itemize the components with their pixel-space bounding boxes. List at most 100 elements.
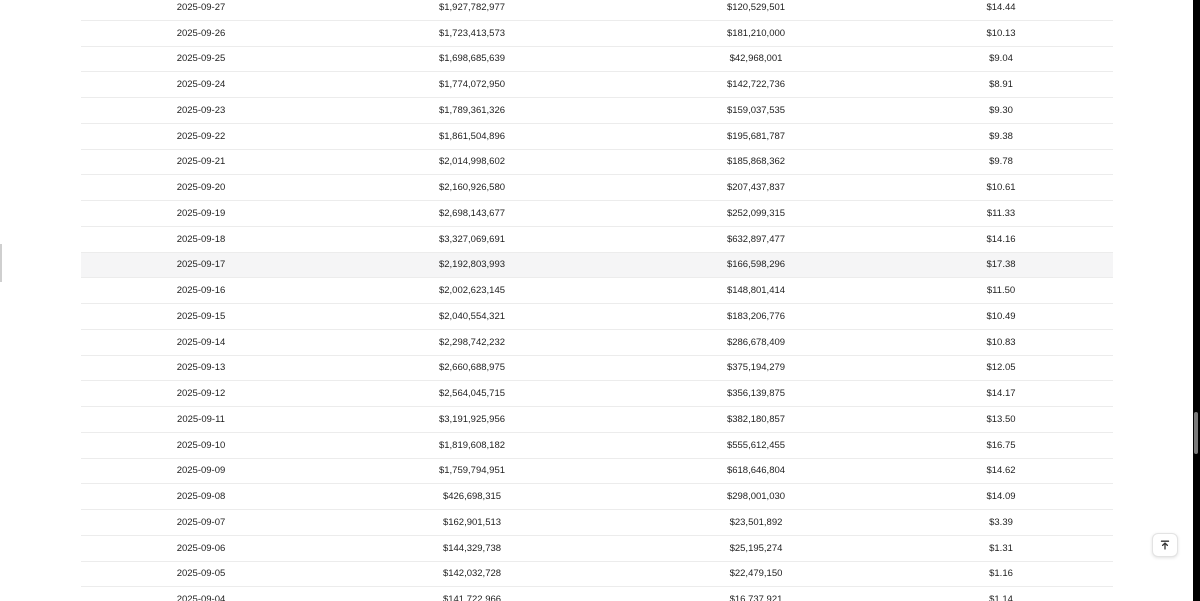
value-cell-b: $195,681,787: [726, 130, 786, 142]
date-cell: 2025-09-25: [176, 53, 226, 65]
value-cell-a: $141,722,966: [442, 594, 502, 601]
date-cell: 2025-09-24: [176, 79, 226, 91]
value-cell-b: $142,722,736: [726, 79, 786, 91]
date-cell: 2025-09-21: [176, 156, 226, 168]
value-cell-b: $183,206,776: [726, 310, 786, 322]
table-row: 2025-09-16 $2,002,623,145 $148,801,414 $11.…: [81, 278, 1113, 304]
date-cell: 2025-09-04: [176, 594, 226, 601]
value-cell-b: $618,646,804: [726, 465, 786, 477]
value-cell-a: $1,927,782,977: [438, 1, 506, 13]
value-cell-b: $181,210,000: [726, 27, 786, 39]
daily-data-table: 2025-09-27 $1,927,782,977 $120,529,501 $14.…: [81, 0, 1113, 601]
date-cell: 2025-09-12: [176, 388, 226, 400]
value-cell-c: $9.30: [989, 104, 1013, 116]
value-cell-b: $23,501,892: [729, 516, 783, 528]
value-cell-c: $14.44: [986, 1, 1016, 13]
value-cell-c: $12.05: [986, 362, 1016, 374]
scroll-to-top-button[interactable]: [1152, 533, 1178, 557]
table-row: 2025-09-21 $2,014,998,602 $185,868,362 $9.7…: [81, 150, 1113, 176]
value-cell-c: $14.16: [986, 233, 1016, 245]
value-cell-b: $375,194,279: [726, 362, 786, 374]
value-cell-c: $3.39: [989, 516, 1013, 528]
value-cell-c: $16.75: [986, 439, 1016, 451]
value-cell-b: $356,139,875: [726, 388, 786, 400]
value-cell-c: $1.16: [989, 568, 1013, 580]
value-cell-a: $2,002,623,145: [438, 285, 506, 297]
value-cell-a: $1,774,072,950: [438, 79, 506, 91]
left-edge-handle: [0, 244, 2, 282]
table-row: 2025-09-12 $2,564,045,715 $356,139,875 $14.…: [81, 381, 1113, 407]
value-cell-a: $3,191,925,956: [438, 413, 506, 425]
page-viewport: 2025-09-27 $1,927,782,977 $120,529,501 $14.…: [0, 0, 1193, 601]
table-row: 2025-09-26 $1,723,413,573 $181,210,000 $10.…: [81, 21, 1113, 47]
value-cell-c: $10.49: [986, 310, 1016, 322]
table-row: 2025-09-18 $3,327,069,691 $632,897,477 $14.…: [81, 227, 1113, 253]
date-cell: 2025-09-11: [177, 413, 225, 425]
date-cell: 2025-09-14: [176, 336, 226, 348]
value-cell-a: $2,660,688,975: [438, 362, 506, 374]
scrollbar-thumb[interactable]: [1194, 412, 1198, 454]
value-cell-a: $1,698,685,639: [438, 53, 506, 65]
value-cell-b: $207,437,837: [726, 182, 786, 194]
value-cell-a: $2,698,143,677: [438, 207, 506, 219]
value-cell-a: $2,298,742,232: [438, 336, 506, 348]
table-row: 2025-09-20 $2,160,926,580 $207,437,837 $10.…: [81, 175, 1113, 201]
date-cell: 2025-09-06: [176, 542, 226, 554]
value-cell-c: $11.33: [986, 207, 1016, 219]
value-cell-b: $16,737,921: [729, 594, 783, 601]
value-cell-a: $142,032,728: [442, 568, 502, 580]
value-cell-a: $1,819,608,182: [438, 439, 506, 451]
value-cell-a: $1,723,413,573: [438, 27, 506, 39]
date-cell: 2025-09-17: [176, 259, 226, 271]
table-row: 2025-09-08 $426,698,315 $298,001,030 $14.09: [81, 484, 1113, 510]
value-cell-b: $298,001,030: [726, 491, 786, 503]
value-cell-b: $185,868,362: [726, 156, 786, 168]
value-cell-b: $148,801,414: [726, 285, 786, 297]
table-row: 2025-09-04 $141,722,966 $16,737,921 $1.14: [81, 587, 1113, 601]
table-row: 2025-09-15 $2,040,554,321 $183,206,776 $10.…: [81, 304, 1113, 330]
value-cell-b: $286,678,409: [726, 336, 786, 348]
value-cell-b: $382,180,857: [726, 413, 786, 425]
date-cell: 2025-09-05: [176, 568, 226, 580]
date-cell: 2025-09-18: [176, 233, 226, 245]
table-row: 2025-09-24 $1,774,072,950 $142,722,736 $8.9…: [81, 72, 1113, 98]
date-cell: 2025-09-15: [176, 310, 226, 322]
table-row: 2025-09-14 $2,298,742,232 $286,678,409 $10.…: [81, 330, 1113, 356]
value-cell-c: $10.61: [986, 182, 1016, 194]
date-cell: 2025-09-19: [176, 207, 226, 219]
date-cell: 2025-09-26: [176, 27, 226, 39]
table-row: 2025-09-05 $142,032,728 $22,479,150 $1.16: [81, 562, 1113, 588]
value-cell-c: $8.91: [989, 79, 1013, 91]
date-cell: 2025-09-16: [176, 285, 226, 297]
value-cell-a: $1,759,794,951: [438, 465, 506, 477]
value-cell-b: $632,897,477: [726, 233, 786, 245]
value-cell-a: $2,014,998,602: [438, 156, 506, 168]
table-row: 2025-09-06 $144,329,738 $25,195,274 $1.31: [81, 536, 1113, 562]
value-cell-c: $9.38: [989, 130, 1013, 142]
value-cell-c: $9.04: [989, 53, 1013, 65]
value-cell-a: $144,329,738: [442, 542, 502, 554]
table-row: 2025-09-10 $1,819,608,182 $555,612,455 $16.…: [81, 433, 1113, 459]
table-row: 2025-09-09 $1,759,794,951 $618,646,804 $14.…: [81, 459, 1113, 485]
value-cell-b: $120,529,501: [726, 1, 786, 13]
value-cell-b: $159,037,535: [726, 104, 786, 116]
value-cell-c: $9.78: [989, 156, 1013, 168]
value-cell-a: $426,698,315: [442, 491, 502, 503]
table-row: 2025-09-25 $1,698,685,639 $42,968,001 $9.04: [81, 47, 1113, 73]
value-cell-b: $252,099,315: [726, 207, 786, 219]
value-cell-a: $2,160,926,580: [438, 182, 506, 194]
value-cell-a: $2,192,803,993: [438, 259, 506, 271]
value-cell-c: $11.50: [986, 285, 1016, 297]
value-cell-c: $13.50: [986, 413, 1016, 425]
value-cell-c: $14.17: [986, 388, 1016, 400]
table-row: 2025-09-19 $2,698,143,677 $252,099,315 $11.…: [81, 201, 1113, 227]
value-cell-b: $555,612,455: [726, 439, 786, 451]
value-cell-a: $2,564,045,715: [438, 388, 506, 400]
date-cell: 2025-09-23: [176, 104, 226, 116]
date-cell: 2025-09-08: [176, 491, 226, 503]
value-cell-c: $10.13: [986, 27, 1016, 39]
table-row: 2025-09-23 $1,789,361,326 $159,037,535 $9.3…: [81, 98, 1113, 124]
scrollbar-track[interactable]: [1193, 0, 1200, 601]
value-cell-b: $42,968,001: [729, 53, 783, 65]
table-row: 2025-09-22 $1,861,504,896 $195,681,787 $9.3…: [81, 124, 1113, 150]
